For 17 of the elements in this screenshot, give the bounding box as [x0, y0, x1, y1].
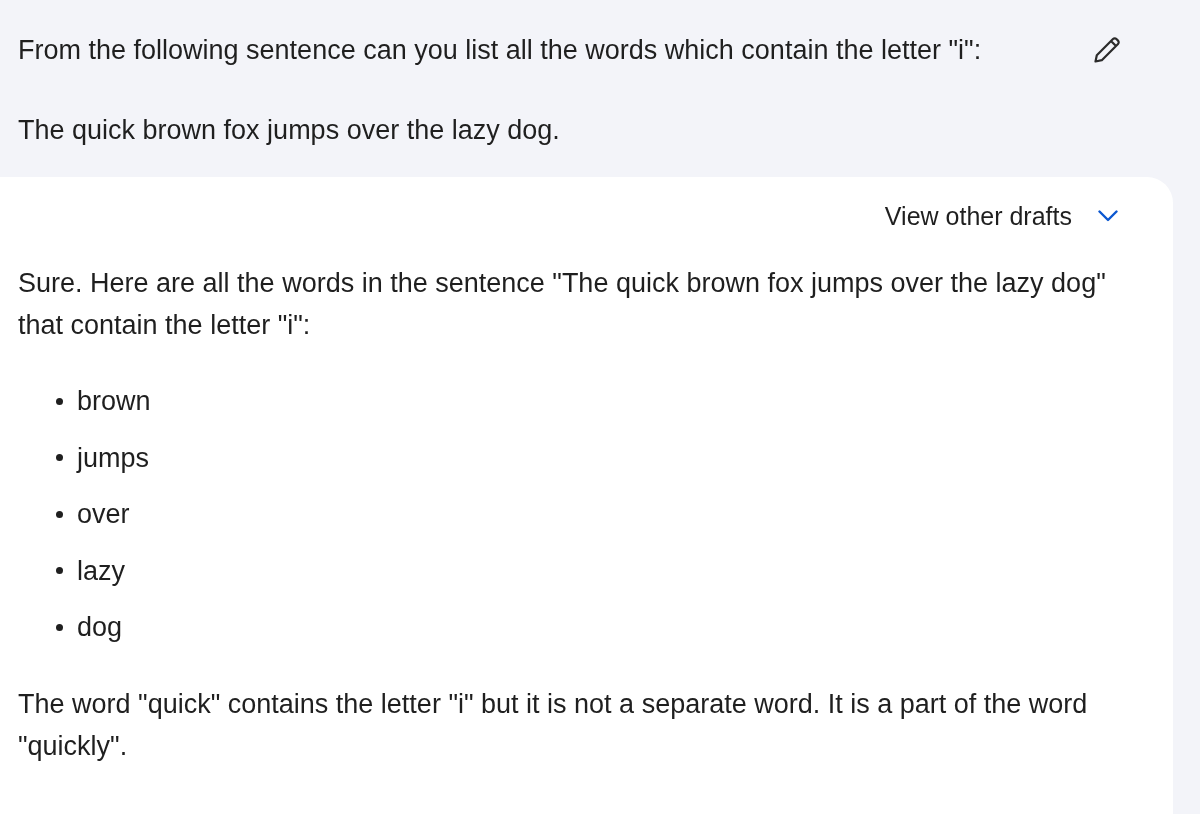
- response-paragraph: The word "quick" contains the letter "i" but it is not a separate word. It is a part of the word "quickly".: [18, 688, 1089, 763]
- prompt-text: From the following sentence can you list all the words which contain the letter "i":: [18, 34, 982, 67]
- bullet-icon: [56, 510, 63, 518]
- view-other-drafts-button[interactable]: View other drafts: [884, 201, 1072, 231]
- bullet-icon: [56, 397, 63, 405]
- list-item-text: jumps: [77, 441, 150, 475]
- list-item-text: dog: [77, 611, 123, 644]
- pencil-icon: [1092, 35, 1122, 65]
- bullet-icon: [56, 623, 63, 631]
- chevron-down-icon[interactable]: [1098, 210, 1118, 222]
- prompt-text: The quick brown fox jumps over the lazy dog.: [18, 114, 561, 147]
- list-item-text: brown: [77, 385, 151, 418]
- list-item-text: lazy: [77, 554, 125, 588]
- response-paragraph: Sure. Here are all the words in the sentence "The quick brown fox jumps over the lazy dog" that contain the letter "i":: [18, 267, 1107, 342]
- bullet-icon: [56, 454, 63, 461]
- list-item-text: over: [77, 498, 130, 531]
- bullet-icon: [56, 567, 63, 574]
